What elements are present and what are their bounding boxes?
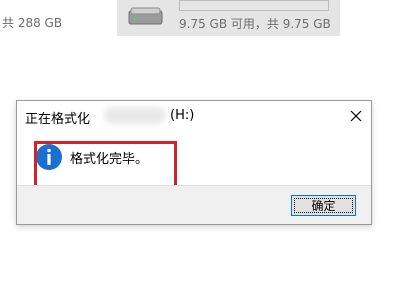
close-icon (350, 107, 362, 126)
drive-capacity-text: 共 288 GB (2, 16, 63, 30)
dialog-title-drive: (H:) (170, 108, 195, 123)
ok-button[interactable]: 确定 (291, 195, 356, 216)
explorer-background: 共 288 GB 9.75 GB 可用，共 9.75 GB 正在格式化 (H:) (0, 0, 399, 299)
format-complete-dialog: 正在格式化 (H:) 格式化完毕。 确定 (16, 100, 372, 225)
dialog-footer: 确定 (17, 185, 371, 224)
close-button[interactable] (341, 101, 371, 131)
drive-usage-bar (179, 0, 329, 11)
drive-tile-previous[interactable]: 共 288 GB (0, 0, 80, 36)
dialog-titlebar[interactable]: 正在格式化 (H:) (17, 101, 371, 131)
annotation-highlight-box (34, 141, 177, 189)
redacted-drive-name (104, 107, 166, 124)
dialog-title: 正在格式化 (25, 112, 91, 127)
dialog-content: 格式化完毕。 (17, 131, 371, 189)
drive-capacity-text: 9.75 GB 可用，共 9.75 GB (179, 17, 331, 31)
drive-tile-selected[interactable]: 9.75 GB 可用，共 9.75 GB (117, 0, 340, 36)
drive-icon (128, 5, 164, 27)
